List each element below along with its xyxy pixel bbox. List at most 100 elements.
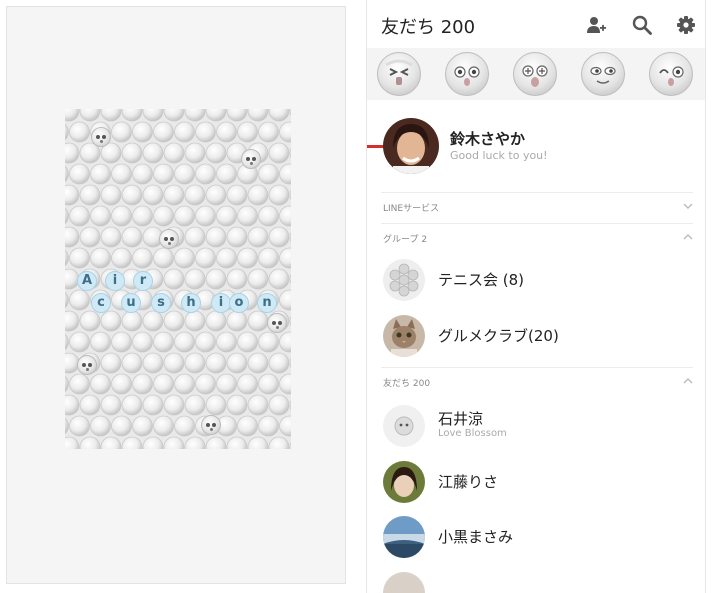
gear-icon[interactable] xyxy=(675,14,697,36)
bubble xyxy=(279,373,291,395)
bubble xyxy=(121,109,143,122)
bubble xyxy=(132,163,153,185)
bubble xyxy=(65,375,69,393)
friend-name: 江藤りさ xyxy=(438,473,499,491)
bubble xyxy=(142,184,164,206)
bubble xyxy=(90,415,111,437)
avatar xyxy=(383,461,425,503)
bubble xyxy=(163,394,185,416)
bubble xyxy=(216,331,237,353)
bubble xyxy=(65,333,69,351)
avatar xyxy=(383,315,425,357)
bubble xyxy=(65,436,80,449)
bubble xyxy=(247,394,269,416)
section-friends[interactable]: 友だち 200 xyxy=(381,367,693,395)
sticker-tab[interactable] xyxy=(377,52,421,96)
bubble xyxy=(163,268,185,290)
search-icon[interactable] xyxy=(631,14,653,36)
bubble xyxy=(153,121,174,143)
bubble xyxy=(111,163,132,185)
bubble xyxy=(174,205,195,227)
bubble xyxy=(65,109,80,122)
header-bar: 友だち 200 xyxy=(367,0,705,48)
bubble xyxy=(279,289,291,311)
bubble xyxy=(226,436,248,449)
add-friend-icon[interactable] xyxy=(585,14,607,36)
friends-list-screen: 友だち 200 鈴木さやか Good luck to you! LINEサービス… xyxy=(366,0,706,593)
list-item[interactable]: 石井涼 Love Blossom xyxy=(367,401,705,451)
list-item[interactable]: テニス会 (8) xyxy=(367,255,705,305)
bubble xyxy=(79,310,101,332)
bubble xyxy=(90,163,111,185)
bubble xyxy=(237,373,258,395)
bubble xyxy=(268,184,290,206)
bubble xyxy=(100,436,122,449)
bubble xyxy=(195,373,216,395)
chevron-down-icon xyxy=(683,203,693,209)
bubble xyxy=(111,415,132,437)
list-item[interactable]: 江藤りさ xyxy=(367,457,705,507)
bubble xyxy=(184,310,206,332)
bubble xyxy=(153,247,174,269)
list-item[interactable]: グルメクラブ(20) xyxy=(367,311,705,361)
bubble xyxy=(205,226,227,248)
bubble xyxy=(279,121,291,143)
bubble xyxy=(289,109,291,117)
bubble xyxy=(226,352,248,374)
bubble xyxy=(69,289,90,311)
bubble xyxy=(205,142,227,164)
bubble xyxy=(100,226,122,248)
bubble xyxy=(121,436,143,449)
bubble xyxy=(268,352,290,374)
bubble xyxy=(279,247,291,269)
bubble xyxy=(205,184,227,206)
bubble xyxy=(216,163,237,185)
bubble xyxy=(163,352,185,374)
bubble xyxy=(163,142,185,164)
bubble xyxy=(268,268,290,290)
cushion-letter: n xyxy=(257,293,277,313)
sticker-tab[interactable] xyxy=(649,52,693,96)
bubble xyxy=(65,291,69,309)
bubble xyxy=(247,109,269,122)
bubble xyxy=(205,310,227,332)
sticker-tab[interactable] xyxy=(513,52,557,96)
list-item[interactable]: 小黒まさみ xyxy=(367,512,705,562)
bubble xyxy=(174,415,195,437)
section-line-services[interactable]: LINEサービス xyxy=(381,192,693,220)
bubble xyxy=(237,121,258,143)
bubble xyxy=(65,207,69,225)
bubble xyxy=(195,331,216,353)
bubble-wrap-preview: A i r c u s h i o n xyxy=(65,109,291,449)
air-letter: r xyxy=(133,271,153,291)
bubble xyxy=(268,109,290,122)
bubble xyxy=(184,394,206,416)
bubble xyxy=(65,165,69,183)
bubble xyxy=(268,226,290,248)
bubble xyxy=(111,205,132,227)
bubble xyxy=(195,163,216,185)
bubble xyxy=(184,226,206,248)
bubble xyxy=(163,109,185,122)
chevron-up-icon xyxy=(683,234,693,240)
my-profile-row[interactable]: 鈴木さやか Good luck to you! xyxy=(367,112,705,180)
face-bubble xyxy=(77,355,97,375)
section-groups[interactable]: グループ 2 xyxy=(381,223,693,251)
cushion-letter: i xyxy=(211,293,231,313)
bubble xyxy=(79,109,101,122)
bubble xyxy=(90,373,111,395)
bubble xyxy=(268,394,290,416)
bubble xyxy=(289,147,291,159)
bubble xyxy=(205,394,227,416)
sticker-tab[interactable] xyxy=(581,52,625,96)
section-label: LINEサービス xyxy=(383,204,440,214)
sticker-tab[interactable] xyxy=(445,52,489,96)
face-bubble xyxy=(267,313,287,333)
friend-name: 小黒まさみ xyxy=(438,528,514,546)
bubble xyxy=(79,184,101,206)
cushion-letter: c xyxy=(91,293,111,313)
face-bubble xyxy=(159,229,179,249)
friend-name: 石井涼 xyxy=(438,410,484,428)
bubble xyxy=(258,163,279,185)
bubble xyxy=(205,109,227,122)
